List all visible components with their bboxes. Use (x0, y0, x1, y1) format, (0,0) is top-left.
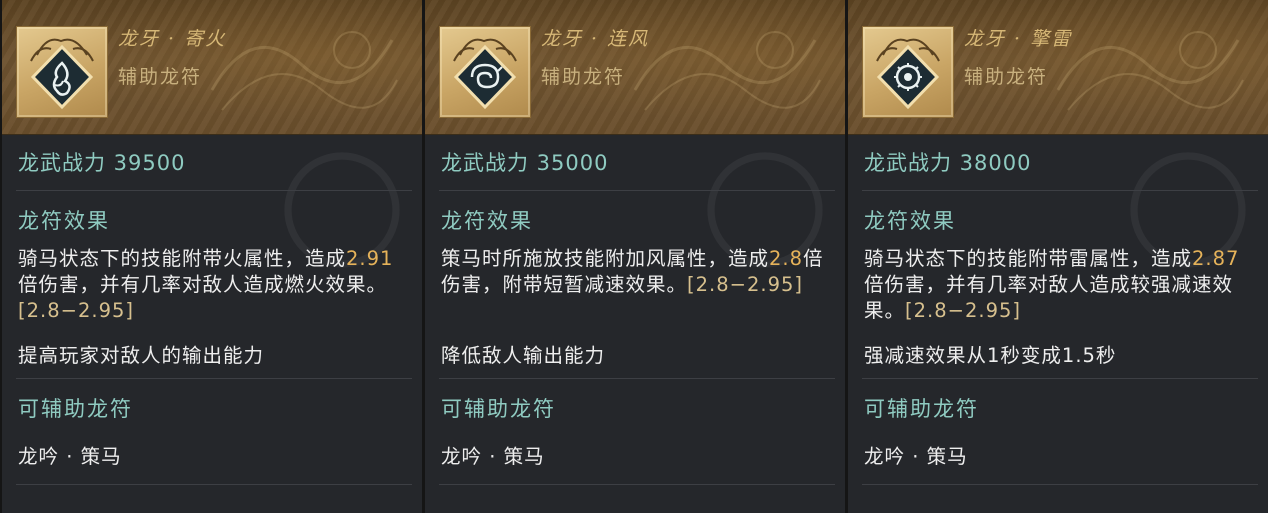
dragon-pattern-decoration (633, 31, 821, 111)
assist-section-title: 可辅助龙符 (18, 397, 133, 421)
assist-talisman-value: 龙吟 · 策马 (18, 445, 122, 468)
section-divider (439, 378, 835, 379)
effect-description: 骑马状态下的技能附带雷属性，造成2.87倍伤害，并有几率对敌人造成较强减速效果。… (864, 246, 1252, 324)
talisman-card-lianfeng: 龙牙 · 连风 辅助龙符 龙武战力 35000 龙符效果 策马时所施放技能附加风… (425, 0, 845, 513)
effect-text-prefix: 骑马状态下的技能附带火属性，造成 (18, 247, 347, 270)
dragon-power-value: 龙武战力 39500 (18, 151, 186, 175)
section-divider (16, 190, 412, 191)
tooltip-comparison: 龙牙 · 寄火 辅助龙符 龙武战力 39500 龙符效果 骑马状态下的技能附带火… (0, 0, 1268, 513)
damage-multiplier: 2.91 (346, 247, 394, 270)
multiplier-range: [2.8−2.95] (18, 299, 134, 322)
assist-talisman-value: 龙吟 · 策马 (864, 445, 968, 468)
talisman-icon-frame (16, 26, 108, 118)
section-divider (16, 378, 412, 379)
assist-talisman-value: 龙吟 · 策马 (441, 445, 545, 468)
extra-effect-text: 提高玩家对敌人的输出能力 (18, 344, 265, 367)
section-divider (439, 190, 835, 191)
assist-section-title: 可辅助龙符 (864, 397, 979, 421)
damage-multiplier: 2.87 (1192, 247, 1240, 270)
talisman-icon-frame (439, 26, 531, 118)
effect-section-title: 龙符效果 (18, 209, 110, 233)
section-divider (16, 484, 412, 485)
multiplier-range: [2.8−2.95] (687, 273, 803, 296)
talisman-icon-frame (862, 26, 954, 118)
effect-description: 策马时所施放技能附加风属性，造成2.8倍伤害，附带短暂减速效果。[2.8−2.9… (441, 246, 829, 298)
talisman-card-jihuo: 龙牙 · 寄火 辅助龙符 龙武战力 39500 龙符效果 骑马状态下的技能附带火… (2, 0, 422, 513)
dragon-power-value: 龙武战力 35000 (441, 151, 609, 175)
talisman-type: 辅助龙符 (118, 66, 203, 88)
section-divider (862, 378, 1258, 379)
fire-symbol-icon (30, 38, 94, 110)
card-header: 龙牙 · 寄火 辅助龙符 (2, 0, 422, 135)
dragon-pattern-decoration (210, 31, 398, 111)
extra-effect-text: 强减速效果从1秒变成1.5秒 (864, 344, 1117, 367)
talisman-type: 辅助龙符 (964, 66, 1049, 88)
section-divider (862, 484, 1258, 485)
section-divider (862, 190, 1258, 191)
talisman-name: 龙牙 · 连风 (541, 28, 650, 50)
damage-multiplier: 2.8 (769, 247, 804, 270)
dragon-pattern-decoration (1056, 31, 1244, 111)
talisman-type: 辅助龙符 (541, 66, 626, 88)
thunder-drum-icon (876, 38, 940, 110)
multiplier-range: [2.8−2.95] (905, 299, 1021, 322)
effect-description: 骑马状态下的技能附带火属性，造成2.91 倍伤害，并有几率对敌人造成燃火效果。 [2… (18, 246, 406, 324)
talisman-name: 龙牙 · 擎雷 (964, 28, 1073, 50)
card-header: 龙牙 · 连风 辅助龙符 (425, 0, 845, 135)
section-divider (439, 484, 835, 485)
effect-section-title: 龙符效果 (864, 209, 956, 233)
assist-section-title: 可辅助龙符 (441, 397, 556, 421)
effect-text-prefix: 骑马状态下的技能附带雷属性，造成 (864, 247, 1193, 270)
effect-text-suffix: 倍伤害，并有几率对敌人造成燃火效果。 (18, 273, 388, 296)
talisman-card-qinglei: 龙牙 · 擎雷 辅助龙符 龙武战力 38000 龙符效果 骑马状态下的技能附带雷… (848, 0, 1268, 513)
card-header: 龙牙 · 擎雷 辅助龙符 (848, 0, 1268, 135)
dragon-power-value: 龙武战力 38000 (864, 151, 1032, 175)
extra-effect-text: 降低敌人输出能力 (441, 344, 606, 367)
wind-swirl-icon (453, 38, 517, 110)
talisman-name: 龙牙 · 寄火 (118, 28, 227, 50)
effect-section-title: 龙符效果 (441, 209, 533, 233)
effect-text-prefix: 策马时所施放技能附加风属性，造成 (441, 247, 770, 270)
